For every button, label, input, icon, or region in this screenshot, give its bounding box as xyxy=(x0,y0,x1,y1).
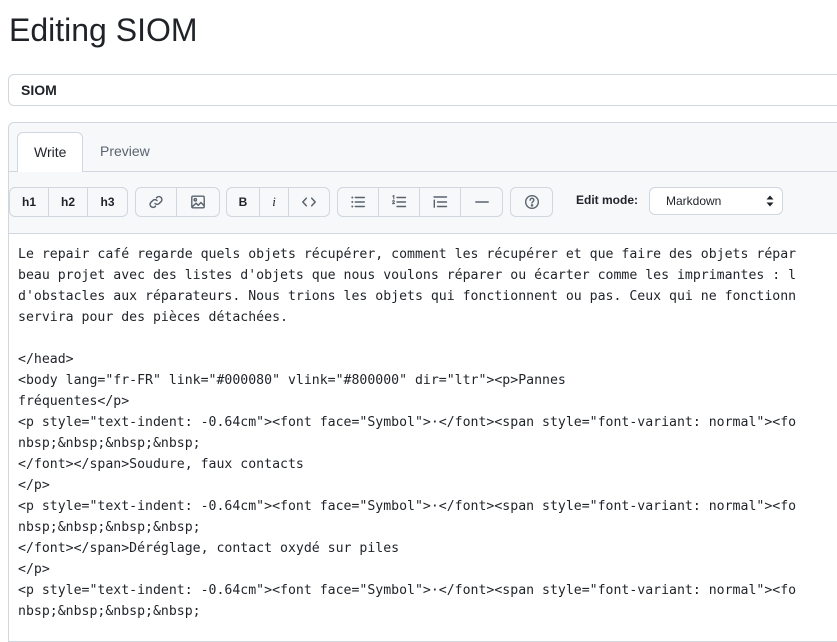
link-button[interactable] xyxy=(136,188,177,216)
editor-line: d'obstacles aux réparateurs. Nous trions… xyxy=(18,289,797,304)
tab-write[interactable]: Write xyxy=(17,132,84,172)
bullet-list-icon xyxy=(351,196,365,208)
task-list-button[interactable] xyxy=(420,188,461,216)
bullet-list-button[interactable] xyxy=(338,188,379,216)
horizontal-rule-button[interactable] xyxy=(461,188,502,216)
edit-mode-select[interactable]: Markdown xyxy=(649,187,783,215)
task-list-icon xyxy=(433,196,448,208)
format-button-group: B i xyxy=(226,187,330,217)
edit-mode-label: Edit mode: xyxy=(576,193,638,207)
editor-line: beau projet avec des listes d'objets que… xyxy=(18,268,797,283)
editor-line: </p> xyxy=(18,478,50,493)
h2-button[interactable]: h2 xyxy=(49,188,88,216)
editor-toolbar: h1 h2 h3 B i Edit mode: Markdown xyxy=(9,187,837,217)
editor-line: fréquentes</p> xyxy=(18,394,130,409)
editor-line: <p style="text-indent: -0.64cm"><font fa… xyxy=(18,583,797,598)
edit-mode-value: Markdown xyxy=(666,194,722,208)
numbered-list-button[interactable] xyxy=(379,188,420,216)
help-button[interactable] xyxy=(511,188,552,216)
editor-line: <body lang="fr-FR" link="#000080" vlink=… xyxy=(18,373,566,388)
page-title: Editing SIOM xyxy=(9,12,198,48)
select-arrows-icon xyxy=(766,195,774,207)
editor-line: nbsp;&nbsp;&nbsp;&nbsp; xyxy=(18,436,201,451)
editor-line: Le repair café regarde quels objets récu… xyxy=(18,247,797,262)
h3-button[interactable]: h3 xyxy=(88,188,127,216)
code-icon xyxy=(302,197,316,207)
editor-line: </font></span>Déréglage, contact oxydé s… xyxy=(18,541,400,556)
markdown-editor: Write Preview h1 h2 h3 B i Edit mode: Ma… xyxy=(8,122,837,642)
image-button[interactable] xyxy=(177,188,219,216)
help-icon xyxy=(524,194,539,210)
editor-line: </p> xyxy=(18,562,50,577)
h1-button[interactable]: h1 xyxy=(10,188,49,216)
editor-line: </head> xyxy=(18,352,74,367)
editor-tab-bar: Write Preview xyxy=(9,123,837,172)
code-button[interactable] xyxy=(289,188,329,216)
editor-line: </font></span>Soudure, faux contacts xyxy=(18,457,304,472)
image-icon xyxy=(191,195,205,209)
editor-line: nbsp;&nbsp;&nbsp;&nbsp; xyxy=(18,520,201,535)
italic-button[interactable]: i xyxy=(260,188,289,216)
title-input[interactable] xyxy=(8,74,837,106)
heading-button-group: h1 h2 h3 xyxy=(9,187,128,217)
numbered-list-icon xyxy=(392,194,407,208)
help-button-group xyxy=(510,187,553,217)
markdown-textarea[interactable]: Le repair café regarde quels objets récu… xyxy=(9,233,837,641)
horizontal-rule-icon xyxy=(474,201,489,203)
editor-line: <p style="text-indent: -0.64cm"><font fa… xyxy=(18,499,797,514)
tab-preview[interactable]: Preview xyxy=(84,132,166,171)
insert-button-group xyxy=(135,187,220,217)
list-button-group xyxy=(337,187,503,217)
editor-line: servira pour des pièces détachées. xyxy=(18,310,288,325)
bold-button[interactable]: B xyxy=(227,188,260,216)
editor-line: <p style="text-indent: -0.64cm"><font fa… xyxy=(18,415,797,430)
link-icon xyxy=(149,195,163,209)
